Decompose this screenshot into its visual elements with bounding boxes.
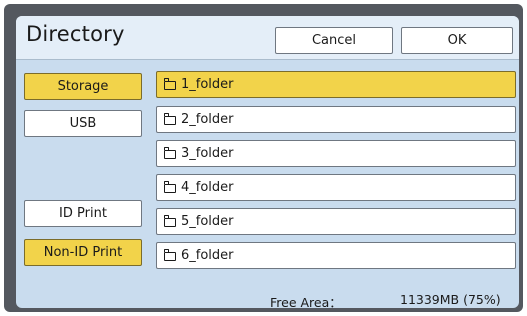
folder-icon <box>163 147 176 159</box>
folder-icon <box>163 215 176 227</box>
folder-name: 5_folder <box>181 214 234 229</box>
non-id-print-button[interactable]: Non-ID Print <box>24 239 142 266</box>
cancel-button[interactable]: Cancel <box>275 27 393 54</box>
folder-row-1[interactable]: 1_folder <box>156 71 516 98</box>
folder-icon <box>163 78 176 90</box>
folder-name: 1_folder <box>181 77 234 92</box>
folder-icon <box>163 113 176 125</box>
free-area-value: 11339MB (75%) <box>400 292 501 307</box>
ok-button[interactable]: OK <box>401 27 513 54</box>
folder-icon <box>163 181 176 193</box>
folder-name: 2_folder <box>181 112 234 127</box>
usb-button[interactable]: USB <box>24 110 142 137</box>
folder-row-5[interactable]: 5_folder <box>156 208 516 235</box>
folder-row-6[interactable]: 6_folder <box>156 242 516 269</box>
device-frame: Directory Cancel OK Storage USB ID Print… <box>4 4 523 312</box>
folder-row-4[interactable]: 4_folder <box>156 174 516 201</box>
directory-dialog: Directory Cancel OK Storage USB ID Print… <box>16 16 519 308</box>
free-area-label: Free Area： <box>270 295 342 308</box>
dialog-header: Directory Cancel OK <box>16 16 519 60</box>
dialog-title: Directory <box>26 22 125 46</box>
id-print-button[interactable]: ID Print <box>24 200 142 227</box>
folder-name: 6_folder <box>181 248 234 263</box>
folder-icon <box>163 249 176 261</box>
folder-row-3[interactable]: 3_folder <box>156 140 516 167</box>
storage-button[interactable]: Storage <box>24 73 142 100</box>
folder-name: 4_folder <box>181 180 234 195</box>
folder-row-2[interactable]: 2_folder <box>156 106 516 133</box>
folder-name: 3_folder <box>181 146 234 161</box>
